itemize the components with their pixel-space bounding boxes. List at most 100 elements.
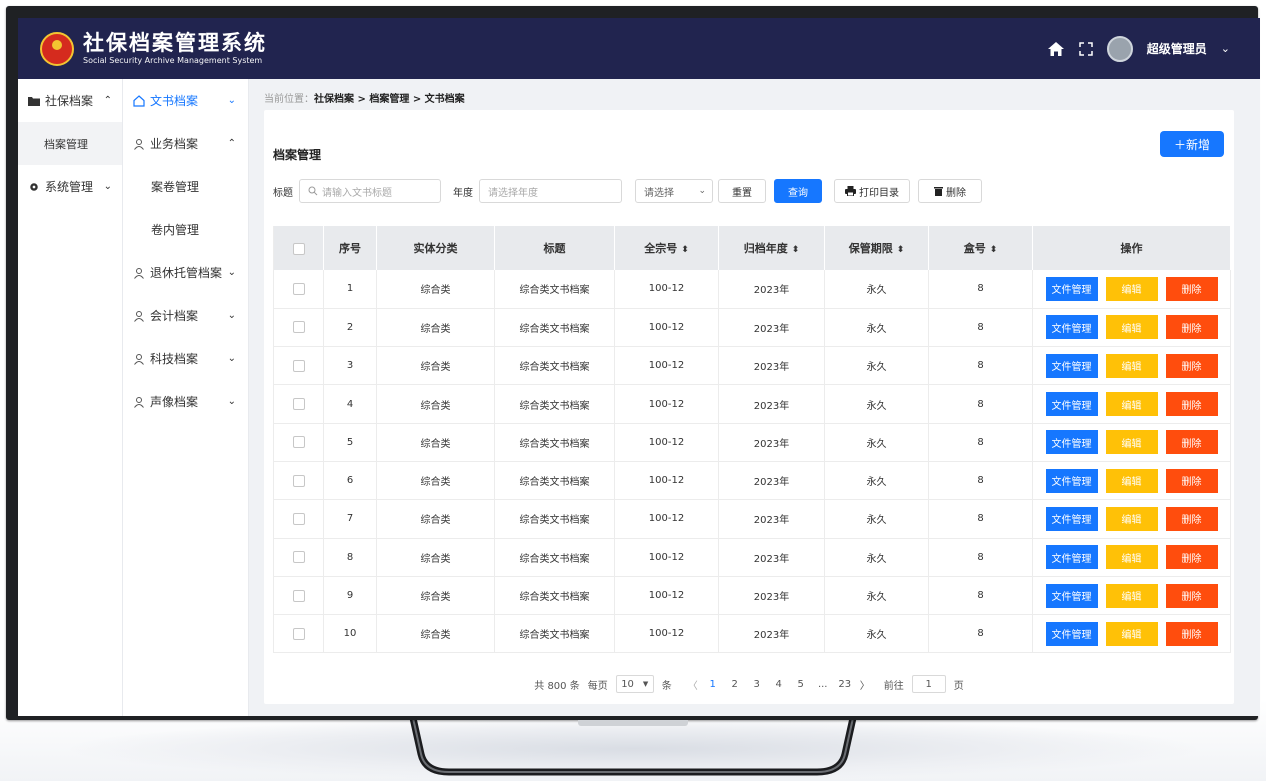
- row-select-cell[interactable]: [273, 308, 324, 348]
- sidebar-item-tech[interactable]: 科技档案 ⌄: [123, 337, 248, 380]
- delete-button[interactable]: 删除: [1165, 276, 1218, 301]
- row-checkbox[interactable]: [292, 282, 305, 295]
- edit-button[interactable]: 编辑: [1105, 468, 1158, 493]
- sidebar-item-av[interactable]: 声像档案 ⌄: [123, 380, 248, 423]
- row-checkbox[interactable]: [292, 321, 305, 334]
- sidebar-subitem-volume[interactable]: 案卷管理: [123, 165, 248, 208]
- folder-icon: [28, 96, 40, 106]
- page-number[interactable]: 2: [728, 679, 742, 690]
- page-number[interactable]: 23: [838, 679, 852, 690]
- page-number[interactable]: 3: [750, 679, 764, 690]
- row-select-cell[interactable]: [273, 346, 324, 386]
- avatar[interactable]: [1106, 35, 1133, 62]
- add-button[interactable]: ＋新增: [1160, 131, 1224, 157]
- edit-button[interactable]: 编辑: [1105, 353, 1158, 378]
- next-page-icon[interactable]: 〉: [860, 677, 870, 692]
- delete-button[interactable]: 删除: [1165, 583, 1218, 608]
- breadcrumb-path[interactable]: 社保档案 > 档案管理 > 文书档案: [314, 94, 465, 105]
- nav-group-archives[interactable]: 社保档案 ⌃: [18, 79, 122, 122]
- row-select-cell[interactable]: [273, 423, 324, 462]
- nav-item-archive-manage[interactable]: 档案管理: [18, 122, 122, 165]
- nav-group-system[interactable]: 系统管理 ⌄: [18, 165, 122, 208]
- edit-button[interactable]: 编辑: [1105, 621, 1158, 646]
- row-checkbox[interactable]: [292, 551, 305, 564]
- row-select-cell[interactable]: [273, 614, 324, 654]
- query-button[interactable]: 查询: [774, 179, 822, 203]
- select-all-checkbox[interactable]: [292, 242, 305, 255]
- prev-page-icon[interactable]: 〈: [688, 677, 698, 692]
- sidebar-item-retire[interactable]: 退休托管档案 ⌄: [123, 251, 248, 294]
- row-checkbox[interactable]: [292, 589, 305, 602]
- col-header-sortable[interactable]: 保管期限 ⬍: [824, 226, 929, 270]
- delete-button[interactable]: 删除: [1165, 430, 1218, 455]
- reset-button[interactable]: 重置: [718, 179, 766, 203]
- delete-button[interactable]: 删除: [1165, 315, 1218, 340]
- delete-button[interactable]: 删除: [1165, 621, 1218, 646]
- row-select-cell[interactable]: [273, 384, 324, 424]
- delete-button[interactable]: 删除: [1165, 353, 1218, 378]
- page-number[interactable]: 4: [772, 679, 786, 690]
- page-size-select[interactable]: 10 ▼: [615, 675, 654, 693]
- file-manage-button[interactable]: 文件管理: [1045, 430, 1098, 455]
- file-manage-button[interactable]: 文件管理: [1045, 392, 1098, 417]
- batch-delete-button[interactable]: 删除: [918, 179, 982, 203]
- edit-button[interactable]: 编辑: [1105, 276, 1158, 301]
- row-select-cell[interactable]: [273, 461, 324, 501]
- sidebar-subitem-inner[interactable]: 卷内管理: [123, 208, 248, 251]
- file-manage-button[interactable]: 文件管理: [1045, 621, 1098, 646]
- col-header-sortable[interactable]: 全宗号 ⬍: [614, 226, 719, 270]
- delete-button[interactable]: 删除: [1165, 506, 1218, 531]
- edit-button[interactable]: 编辑: [1105, 430, 1158, 455]
- fullscreen-icon[interactable]: [1079, 41, 1093, 56]
- page-number[interactable]: 5: [794, 679, 808, 690]
- row-select-cell[interactable]: [273, 576, 324, 616]
- file-manage-button[interactable]: 文件管理: [1045, 468, 1098, 493]
- row-checkbox[interactable]: [292, 627, 305, 640]
- year-input[interactable]: 请选择年度: [479, 179, 622, 203]
- row-checkbox[interactable]: [292, 359, 305, 372]
- file-manage-button[interactable]: 文件管理: [1045, 506, 1098, 531]
- page-ellipsis[interactable]: ...: [816, 679, 830, 690]
- file-manage-button[interactable]: 文件管理: [1045, 315, 1098, 340]
- row-checkbox[interactable]: [292, 398, 305, 411]
- edit-button[interactable]: 编辑: [1105, 583, 1158, 608]
- file-manage-button[interactable]: 文件管理: [1045, 545, 1098, 570]
- col-header-sortable[interactable]: 盒号 ⬍: [928, 226, 1033, 270]
- category-select[interactable]: 请选择 ⌄: [635, 179, 713, 203]
- edit-button[interactable]: 编辑: [1105, 545, 1158, 570]
- cell-term: 永久: [824, 308, 929, 348]
- file-manage-button[interactable]: 文件管理: [1045, 583, 1098, 608]
- username[interactable]: 超级管理员: [1147, 40, 1207, 57]
- row-checkbox[interactable]: [292, 474, 305, 487]
- col-header-sortable[interactable]: 归档年度 ⬍: [718, 226, 825, 270]
- chevron-down-icon[interactable]: ⌄: [1221, 42, 1230, 55]
- delete-button[interactable]: 删除: [1165, 392, 1218, 417]
- sort-icon[interactable]: ⬍: [681, 245, 689, 255]
- cell-fonds: 100-12: [614, 384, 719, 424]
- goto-page-input[interactable]: 1: [911, 675, 946, 693]
- row-checkbox[interactable]: [292, 512, 305, 525]
- print-button[interactable]: 打印目录: [834, 179, 910, 203]
- home-icon[interactable]: [1047, 41, 1065, 57]
- row-select-cell[interactable]: [273, 538, 324, 577]
- select-all-cell[interactable]: [273, 226, 324, 270]
- edit-button[interactable]: 编辑: [1105, 315, 1158, 340]
- sidebar-item-accounting[interactable]: 会计档案 ⌄: [123, 294, 248, 337]
- row-checkbox[interactable]: [292, 436, 305, 449]
- file-manage-button[interactable]: 文件管理: [1045, 276, 1098, 301]
- delete-button[interactable]: 删除: [1165, 468, 1218, 493]
- row-select-cell[interactable]: [273, 499, 324, 539]
- sidebar-item-business[interactable]: 业务档案 ⌃: [123, 122, 248, 165]
- sort-icon[interactable]: ⬍: [792, 245, 800, 255]
- sort-icon[interactable]: ⬍: [897, 245, 905, 255]
- file-manage-button[interactable]: 文件管理: [1045, 353, 1098, 378]
- sidebar-item-docs[interactable]: 文书档案 ⌄: [123, 79, 248, 122]
- delete-button[interactable]: 删除: [1165, 545, 1218, 570]
- cell-fonds: 100-12: [614, 346, 719, 386]
- edit-button[interactable]: 编辑: [1105, 392, 1158, 417]
- edit-button[interactable]: 编辑: [1105, 506, 1158, 531]
- title-search-input[interactable]: 请输入文书标题: [299, 179, 441, 203]
- row-select-cell[interactable]: [273, 270, 324, 309]
- sort-icon[interactable]: ⬍: [990, 245, 998, 255]
- page-number[interactable]: 1: [706, 679, 720, 690]
